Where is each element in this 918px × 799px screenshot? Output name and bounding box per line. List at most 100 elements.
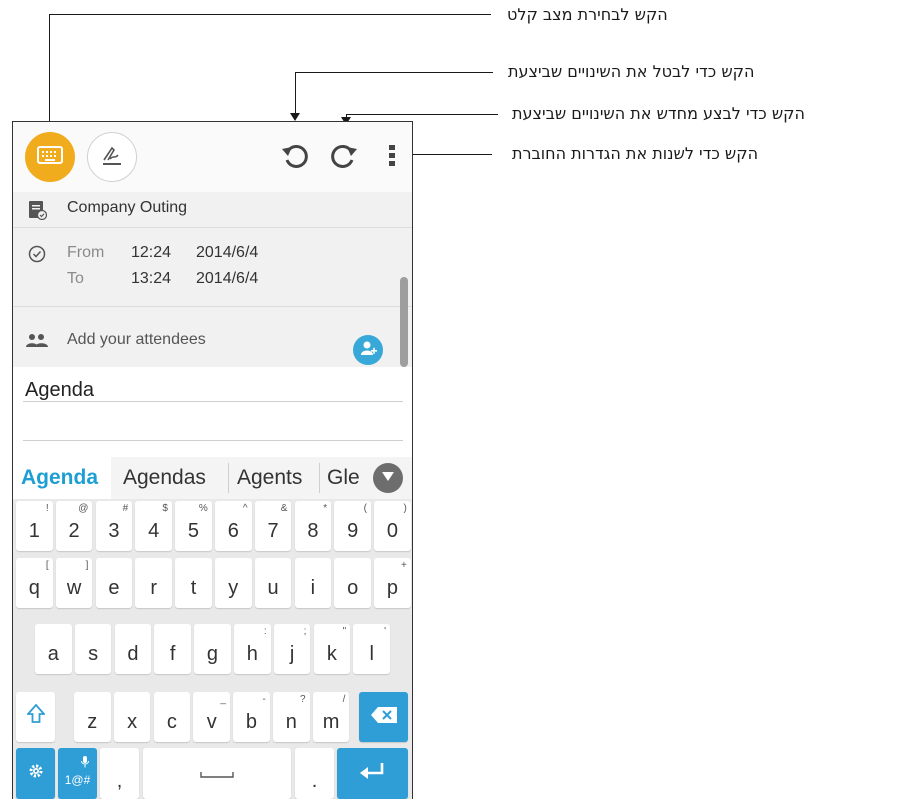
to-time[interactable]: 13:24 (131, 270, 171, 288)
key-1[interactable]: 1! (16, 501, 53, 551)
key-label: 6 (227, 519, 239, 542)
key-6[interactable]: 6 ^ (215, 501, 252, 551)
scrollbar[interactable] (400, 277, 408, 367)
key-e[interactable]: e (95, 558, 133, 608)
key-y[interactable]: y (215, 558, 252, 608)
callout-redo-text: הקש כדי לבצע מחדש את השינויים שביצעת (512, 104, 805, 123)
suggestion-item[interactable]: Agendas (117, 457, 212, 499)
symbols-key[interactable]: 1@# (58, 748, 97, 799)
key-alt-label: ] (85, 560, 89, 571)
shift-key[interactable] (16, 692, 55, 742)
key-h[interactable]: h: (234, 624, 271, 674)
key-alt-label: ; (303, 626, 307, 637)
key-label: z (87, 710, 98, 733)
key-p[interactable]: p + (374, 558, 411, 608)
event-title[interactable]: Company Outing (67, 199, 187, 217)
period-key[interactable]: . (295, 748, 334, 799)
key-label: 2 (68, 519, 80, 542)
key-s[interactable]: s (74, 624, 112, 674)
key-f[interactable]: f (154, 624, 191, 674)
from-time[interactable]: 12:24 (131, 244, 171, 262)
key-b[interactable]: b- (233, 692, 270, 742)
add-attendee-button[interactable] (353, 335, 383, 365)
key-label: a (47, 642, 59, 665)
key-3[interactable]: 3 # (95, 501, 133, 551)
suggestion-bar: Agenda Agendas Agents Gle (13, 457, 412, 500)
key-alt-label: " (342, 626, 347, 637)
suggestion-item[interactable]: Gle (321, 457, 366, 499)
key-label: w (66, 576, 82, 599)
key-label: 3 (108, 519, 120, 542)
from-date[interactable]: 2014/6/4 (196, 244, 258, 262)
key-z[interactable]: z (74, 692, 111, 742)
key-label: e (108, 576, 120, 599)
keyboard-settings-key[interactable] (16, 748, 55, 799)
suggestion-item[interactable]: Agenda (13, 457, 111, 499)
key-o[interactable]: o (334, 558, 371, 608)
key-x[interactable]: x (113, 692, 151, 742)
key-label: n (285, 710, 297, 733)
key-l[interactable]: l ' (353, 624, 390, 674)
key-label: d (127, 642, 139, 665)
key-5[interactable]: 5% (175, 501, 212, 551)
key-d[interactable]: d (114, 624, 152, 674)
editor-area[interactable]: Agenda (13, 367, 412, 457)
callout-settings-text: הקש כדי לשנות את הגדרות החוברת (512, 144, 759, 163)
key-alt-label: & (280, 503, 288, 514)
space-key[interactable] (143, 748, 291, 799)
key-alt-label: ) (403, 503, 407, 514)
key-k[interactable]: k " (313, 624, 351, 674)
editor-text[interactable]: Agenda (25, 379, 94, 402)
key-label: h (246, 642, 258, 665)
key-g[interactable]: g (194, 624, 231, 674)
input-mode-button[interactable] (25, 132, 75, 182)
key-0[interactable]: 0) (374, 501, 411, 551)
key-label: g (206, 642, 219, 665)
key-j[interactable]: j; (273, 624, 311, 674)
clock-icon (28, 245, 46, 268)
callout-undo-text: הקש כדי לבטל את השינויים שביצעת (508, 62, 755, 81)
key-c[interactable]: c (153, 692, 191, 742)
collapse-suggestions-button[interactable] (373, 463, 403, 493)
key-w[interactable]: w] (55, 558, 93, 608)
key-label: i (310, 576, 316, 599)
key-m[interactable]: m / (312, 692, 350, 742)
key-9[interactable]: 9( (334, 501, 371, 551)
key-label: x (127, 710, 138, 733)
from-label: From (67, 244, 105, 261)
key-a[interactable]: a (35, 624, 72, 674)
key-label: l (369, 642, 374, 665)
key-4[interactable]: 4 $ (135, 501, 172, 551)
key-label: 4 (148, 519, 160, 542)
key-8[interactable]: 8 * (294, 501, 332, 551)
keyboard-icon (37, 145, 63, 169)
key-label: 5 (187, 519, 200, 542)
backspace-key[interactable] (359, 692, 408, 742)
key-label: q (28, 576, 40, 599)
keyboard: 1! 2 @3 #4 $5% 6 ^ 7 & 8 * 9(0) q[w] e r t y u i o p + asdfg… (13, 499, 412, 799)
backspace-icon (370, 706, 397, 729)
key-q[interactable]: q[ (16, 558, 53, 608)
key-7[interactable]: 7 & (254, 501, 292, 551)
shift-icon (25, 703, 46, 730)
key-v[interactable]: v _ (193, 692, 230, 742)
redo-button[interactable] (323, 138, 363, 178)
key-u[interactable]: u (254, 558, 292, 608)
more-vertical-icon (388, 143, 396, 174)
suggestion-item[interactable]: Agents (231, 457, 308, 499)
handwriting-button[interactable] (87, 132, 137, 182)
key-label: v (206, 710, 217, 733)
enter-key[interactable] (337, 748, 408, 799)
key-label: p (386, 576, 399, 599)
to-date[interactable]: 2014/6/4 (196, 270, 258, 288)
undo-button[interactable] (276, 138, 316, 178)
key-2[interactable]: 2 @ (55, 501, 93, 551)
comma-key[interactable]: , (100, 748, 139, 799)
key-t[interactable]: t (175, 558, 212, 608)
key-n[interactable]: n? (273, 692, 310, 742)
key-r[interactable]: r (135, 558, 172, 608)
more-options-button[interactable] (381, 138, 403, 178)
attendees-field[interactable]: Add your attendees (67, 331, 206, 349)
key-i[interactable]: i (294, 558, 332, 608)
enter-icon (359, 762, 386, 785)
